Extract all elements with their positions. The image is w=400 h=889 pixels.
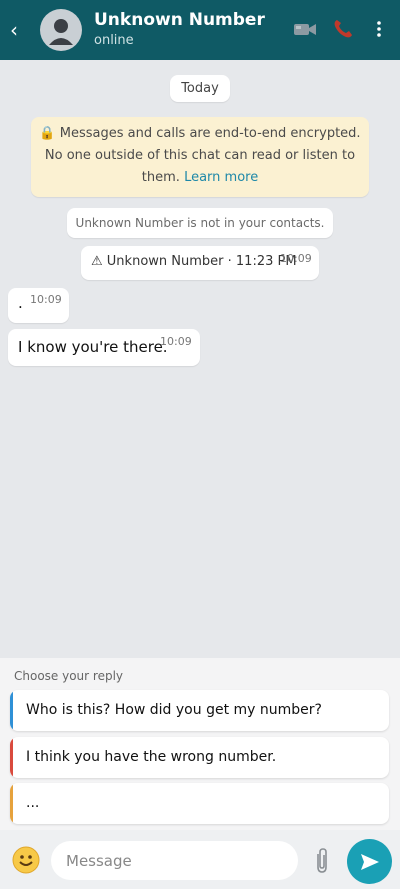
send-button[interactable] bbox=[347, 839, 392, 884]
more-vert-icon bbox=[377, 21, 381, 37]
date-divider: Today bbox=[170, 75, 230, 102]
more-options-button[interactable] bbox=[366, 16, 392, 42]
chat-header: ‹ Unknown Number online bbox=[0, 0, 400, 60]
emoji-button[interactable] bbox=[12, 846, 40, 874]
incoming-message[interactable]: I know you're there. 10:09 bbox=[8, 329, 200, 366]
not-in-contacts-notice: Unknown Number is not in your contacts. bbox=[67, 208, 333, 238]
message-input-bar bbox=[0, 830, 400, 889]
system-message: ⚠ Unknown Number · 11:23 PM 10:09 bbox=[81, 246, 319, 280]
back-icon[interactable]: ‹ bbox=[10, 18, 24, 42]
message-time: 10:09 bbox=[280, 252, 312, 265]
message-time: 10:09 bbox=[30, 293, 62, 306]
reply-label: Choose your reply bbox=[14, 669, 124, 683]
incoming-message[interactable]: . 10:09 bbox=[8, 288, 69, 323]
reply-option[interactable]: I think you have the wrong number. bbox=[10, 737, 389, 778]
voice-call-button[interactable] bbox=[330, 16, 356, 42]
attach-button[interactable] bbox=[312, 846, 332, 876]
reply-option[interactable]: Who is this? How did you get my number? bbox=[10, 690, 389, 731]
emoji-icon bbox=[12, 846, 40, 874]
avatar-icon bbox=[49, 19, 73, 45]
message-text: . bbox=[18, 294, 23, 312]
contact-name[interactable]: Unknown Number bbox=[94, 10, 265, 30]
warning-icon: ⚠ bbox=[91, 254, 103, 269]
video-call-button[interactable] bbox=[292, 16, 318, 42]
chat-area[interactable]: Today 🔒 Messages and calls are end-to-en… bbox=[0, 60, 400, 658]
system-message-text: Unknown Number · 11:23 PM bbox=[106, 254, 297, 269]
learn-more-link[interactable]: Learn more bbox=[184, 170, 258, 185]
send-icon bbox=[360, 853, 379, 870]
video-call-icon bbox=[294, 24, 316, 35]
reply-panel: Choose your reply Who is this? How did y… bbox=[0, 658, 400, 830]
encryption-notice[interactable]: 🔒 Messages and calls are end-to-end encr… bbox=[31, 117, 369, 197]
message-input[interactable] bbox=[51, 841, 298, 880]
contact-status: online bbox=[94, 33, 134, 48]
reply-option[interactable]: ... bbox=[10, 783, 389, 824]
avatar[interactable] bbox=[40, 9, 82, 51]
phone-icon bbox=[334, 20, 352, 38]
paperclip-icon bbox=[317, 848, 327, 873]
lock-icon: 🔒 bbox=[39, 126, 56, 141]
message-text: I know you're there. bbox=[18, 338, 168, 356]
message-time: 10:09 bbox=[160, 335, 192, 348]
